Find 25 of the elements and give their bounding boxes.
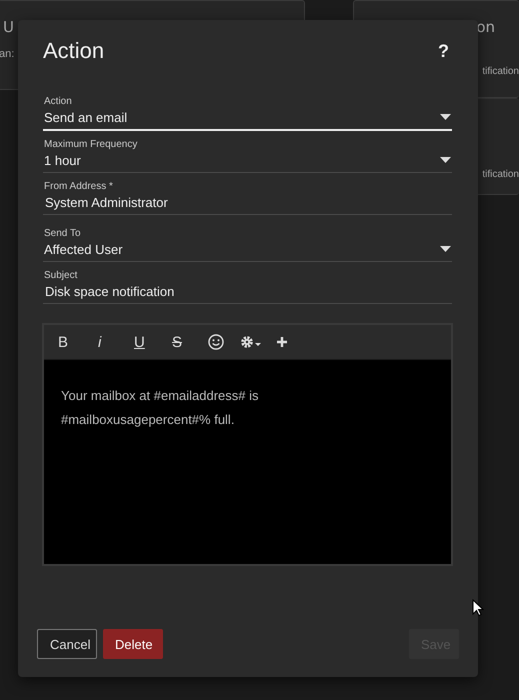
- italic-button[interactable]: i: [94, 334, 132, 350]
- underline-button[interactable]: U: [132, 334, 170, 350]
- rich-text-editor[interactable]: B i U S Your mailbox at #emailaddress# is #mailboxusagepercent#% full.: [42, 323, 453, 566]
- caret-icon: [440, 114, 451, 120]
- mouse-pointer-icon: [472, 599, 484, 617]
- input-field[interactable]: Subject Disk space notification: [43, 270, 452, 304]
- help-button[interactable]: ?: [435, 40, 452, 62]
- cancel-button[interactable]: Cancel: [37, 629, 97, 659]
- bold-button[interactable]: B: [56, 334, 94, 350]
- dropdown-field[interactable]: Action Send an email: [43, 96, 452, 131]
- dropdown-field[interactable]: Maximum Frequency 1 hour: [43, 139, 452, 173]
- dialog-title: Action: [43, 38, 104, 64]
- input-field[interactable]: From Address * System Administrator: [43, 181, 452, 215]
- message-text: Your mailbox at #emailaddress# is #mailboxusagepercent#% full.: [61, 387, 260, 429]
- card-title: U: [3, 18, 14, 36]
- card-detail: tification: [482, 169, 519, 180]
- caret-icon: [440, 246, 451, 252]
- delete-button[interactable]: Delete: [103, 629, 163, 659]
- dropdown-field[interactable]: Send To Affected User: [43, 228, 452, 262]
- strikethrough-button[interactable]: S: [170, 334, 208, 350]
- plus-icon[interactable]: [276, 336, 288, 348]
- caret-icon: [440, 157, 451, 163]
- smiley-icon[interactable]: [208, 334, 224, 350]
- gear-icon[interactable]: [240, 335, 262, 349]
- card-detail: tification: [482, 66, 519, 77]
